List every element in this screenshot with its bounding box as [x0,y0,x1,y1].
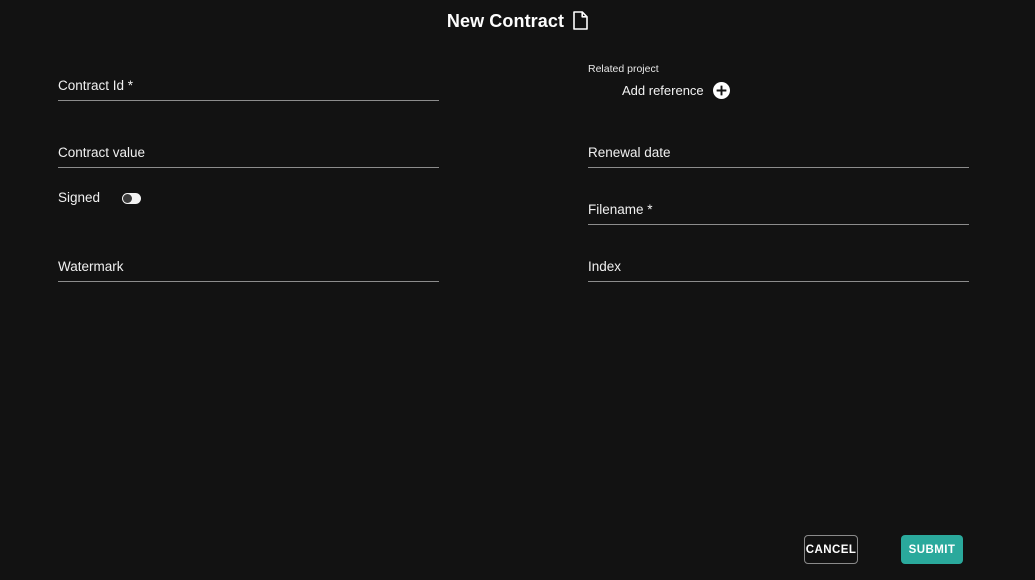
field-signed: Signed [58,190,439,206]
signed-toggle-knob [123,193,133,203]
field-watermark: Watermark [58,259,439,282]
signed-toggle[interactable] [122,192,142,204]
plus-circle-icon [712,82,730,99]
field-filename: Filename * [588,202,969,225]
contract-form: Contract Id * Contract value Signed Wate… [0,0,1035,520]
submit-button[interactable]: SUBMIT [901,535,963,564]
add-reference-button[interactable]: Add reference [622,82,730,99]
field-label-signed: Signed [58,190,101,205]
related-project-caption: Related project [588,63,659,75]
add-reference-label: Add reference [622,82,704,98]
form-actions: CANCEL SUBMIT [804,535,963,564]
field-renewal-date: Renewal date [588,145,969,168]
field-contract-id: Contract Id * [58,78,439,101]
cancel-button[interactable]: CANCEL [804,535,858,564]
field-index: Index [588,259,969,282]
field-contract-value: Contract value [58,145,439,168]
